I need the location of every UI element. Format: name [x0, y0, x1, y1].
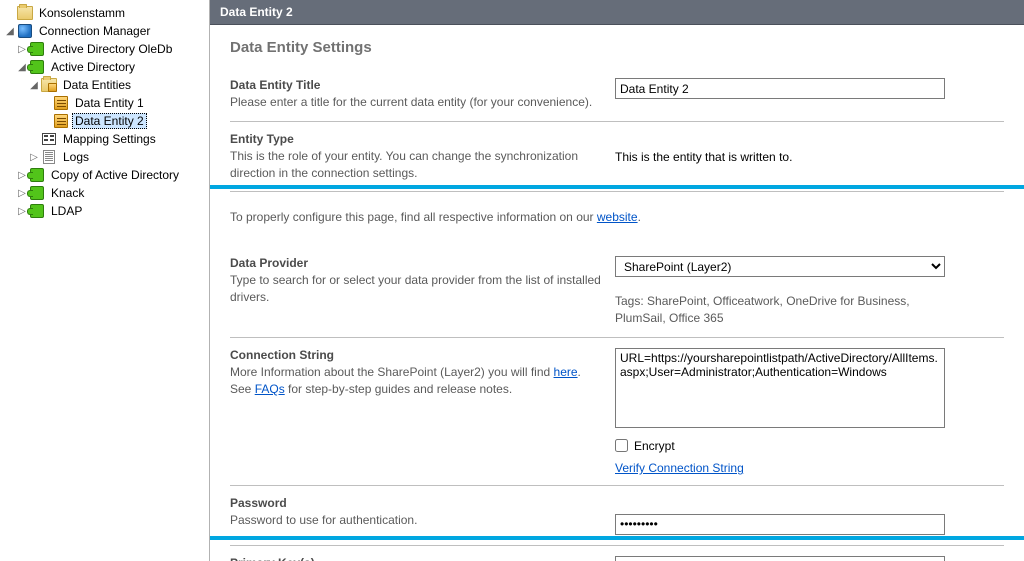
plugin-icon — [29, 59, 45, 75]
field-label: Connection String — [230, 348, 603, 362]
field-label: Password — [230, 496, 603, 510]
connection-string-textarea[interactable]: URL=https://yoursharepointlistpath/Activ… — [615, 348, 945, 428]
field-label: Data Provider — [230, 256, 603, 270]
tree-panel: ▷ Konsolenstamm ◢ Connection Manager ▷ A… — [0, 0, 210, 561]
here-link[interactable]: here — [554, 365, 578, 379]
tree-item-logs[interactable]: ▷ Logs — [0, 148, 209, 166]
entity-icon — [53, 113, 69, 129]
tree-label: LDAP — [48, 203, 85, 219]
verify-connection-link[interactable]: Verify Connection String — [615, 461, 744, 475]
tree-label: Active Directory OleDb — [48, 41, 175, 57]
tree-item-ldap[interactable]: ▷ LDAP — [0, 202, 209, 220]
tree-item-mapping-settings[interactable]: ▷ Mapping Settings — [0, 130, 209, 148]
page-title: Data Entity 2 — [220, 5, 293, 19]
tree-item-ad-oledb[interactable]: ▷ Active Directory OleDb — [0, 40, 209, 58]
primary-key-input[interactable] — [615, 556, 945, 561]
app-root: ▷ Konsolenstamm ◢ Connection Manager ▷ A… — [0, 0, 1024, 561]
field-desc: Type to search for or select your data p… — [230, 272, 603, 306]
page-body: Data Entity Settings Data Entity Title P… — [210, 25, 1024, 561]
plugin-icon — [29, 185, 45, 201]
tree-label: Active Directory — [48, 59, 138, 75]
tree-label: Logs — [60, 149, 92, 165]
field-desc: Please enter a title for the current dat… — [230, 94, 603, 111]
data-entity-title-input[interactable] — [615, 78, 945, 99]
row-config-hint: To properly configure this page, find al… — [230, 191, 1004, 236]
tree-item-active-directory[interactable]: ◢ Active Directory — [0, 58, 209, 76]
plugin-icon — [29, 41, 45, 57]
tree-item-data-entities[interactable]: ◢ Data Entities — [0, 76, 209, 94]
row-entity-type: Entity Type This is the role of your ent… — [230, 121, 1004, 192]
tree-item-console-root[interactable]: ▷ Konsolenstamm — [0, 4, 209, 22]
tree-item-copy-of-ad[interactable]: ▷ Copy of Active Directory — [0, 166, 209, 184]
tree-label: Data Entity 2 — [72, 113, 147, 129]
logs-icon — [41, 149, 57, 165]
entity-type-value: This is the entity that is written to. — [615, 150, 792, 164]
expander-icon[interactable]: ◢ — [4, 25, 16, 37]
folder-icon — [17, 5, 33, 21]
row-data-entity-title: Data Entity Title Please enter a title f… — [230, 68, 1004, 121]
tree-label: Data Entities — [60, 77, 134, 93]
encrypt-checkbox[interactable] — [615, 439, 628, 452]
page-header: Data Entity 2 — [210, 0, 1024, 25]
row-primary-key: Primary Key(s) — [230, 545, 1004, 561]
connection-manager-icon — [17, 23, 33, 39]
tree-label: Mapping Settings — [60, 131, 159, 147]
tree-label: Connection Manager — [36, 23, 153, 39]
expander-icon[interactable]: ▷ — [28, 151, 40, 163]
row-data-provider: Data Provider Type to search for or sele… — [230, 236, 1004, 337]
tree-label: Konsolenstamm — [36, 5, 128, 21]
field-label: Data Entity Title — [230, 78, 603, 92]
field-label: Primary Key(s) — [230, 556, 603, 561]
tree-item-knack[interactable]: ▷ Knack — [0, 184, 209, 202]
data-entities-icon — [41, 77, 57, 93]
tree-label: Copy of Active Directory — [48, 167, 182, 183]
encrypt-label: Encrypt — [634, 439, 675, 453]
tree-item-data-entity-2[interactable]: ▷ Data Entity 2 — [0, 112, 209, 130]
tree-item-connection-manager[interactable]: ◢ Connection Manager — [0, 22, 209, 40]
mapping-icon — [41, 131, 57, 147]
expander-icon[interactable]: ◢ — [28, 79, 40, 91]
row-password: Password Password to use for authenticat… — [230, 485, 1004, 545]
tree-item-data-entity-1[interactable]: ▷ Data Entity 1 — [0, 94, 209, 112]
password-input[interactable] — [615, 514, 945, 535]
plugin-icon — [29, 167, 45, 183]
field-desc: More Information about the SharePoint (L… — [230, 364, 603, 398]
row-connection-string: Connection String More Information about… — [230, 337, 1004, 485]
config-hint-text-post: . — [638, 210, 641, 224]
section-title: Data Entity Settings — [230, 39, 1004, 56]
data-provider-select[interactable]: SharePoint (Layer2) — [615, 256, 945, 277]
faqs-link[interactable]: FAQs — [255, 382, 285, 396]
provider-tags: Tags: SharePoint, Officeatwork, OneDrive… — [615, 293, 950, 327]
entity-icon — [53, 95, 69, 111]
tree-label: Knack — [48, 185, 87, 201]
field-desc: This is the role of your entity. You can… — [230, 148, 603, 182]
plugin-icon — [29, 203, 45, 219]
tree-label: Data Entity 1 — [72, 95, 147, 111]
website-link[interactable]: website — [597, 210, 638, 224]
field-desc: Password to use for authentication. — [230, 512, 603, 529]
right-panel: Data Entity 2 Data Entity Settings Data … — [210, 0, 1024, 561]
field-label: Entity Type — [230, 132, 603, 146]
config-hint-text-pre: To properly configure this page, find al… — [230, 210, 597, 224]
